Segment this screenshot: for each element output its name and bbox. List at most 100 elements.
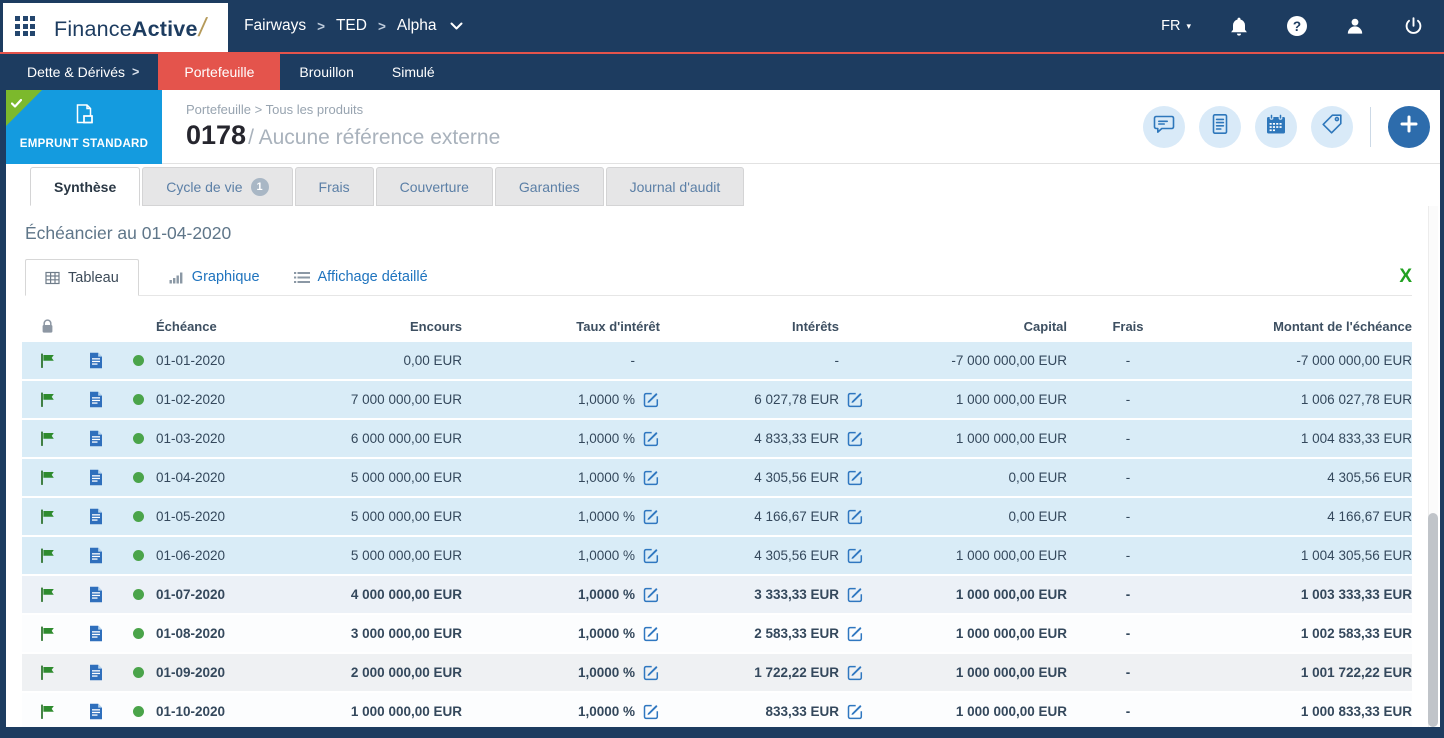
document-icon[interactable] bbox=[72, 586, 120, 603]
table-row[interactable]: 01-01-20200,00 EUR---7 000 000,00 EUR--7… bbox=[22, 342, 1412, 379]
table-row[interactable]: 01-03-20206 000 000,00 EUR1,0000 %4 833,… bbox=[22, 420, 1412, 457]
vertical-scrollbar[interactable] bbox=[1428, 206, 1438, 727]
document-icon[interactable] bbox=[72, 703, 120, 720]
document-icon[interactable] bbox=[72, 664, 120, 681]
flag-icon[interactable] bbox=[22, 704, 72, 719]
table-row[interactable]: 01-04-20205 000 000,00 EUR1,0000 %4 305,… bbox=[22, 459, 1412, 496]
document-icon[interactable] bbox=[72, 508, 120, 525]
calendar-button[interactable] bbox=[1255, 106, 1297, 148]
edit-icon[interactable] bbox=[643, 547, 660, 564]
document-icon[interactable] bbox=[72, 352, 120, 369]
view-tab-graphique[interactable]: Graphique bbox=[165, 259, 264, 295]
table-row[interactable]: 01-06-20205 000 000,00 EUR1,0000 %4 305,… bbox=[22, 537, 1412, 574]
column-header-capital[interactable]: Capital bbox=[864, 319, 1067, 334]
logo[interactable]: FinanceActive/ bbox=[3, 3, 228, 52]
tab-garanties[interactable]: Garanties bbox=[495, 167, 604, 206]
flag-icon[interactable] bbox=[22, 353, 72, 368]
nav-item-brouillon[interactable]: Brouillon bbox=[280, 54, 372, 90]
flag-icon[interactable] bbox=[22, 587, 72, 602]
flag-icon[interactable] bbox=[22, 665, 72, 680]
edit-icon[interactable] bbox=[643, 469, 660, 486]
edit-icon[interactable] bbox=[643, 703, 660, 720]
nav-item-simule[interactable]: Simulé bbox=[373, 54, 454, 90]
edit-icon[interactable] bbox=[847, 547, 864, 564]
flag-icon[interactable] bbox=[22, 548, 72, 563]
nav-item-portefeuille[interactable]: Portefeuille bbox=[158, 54, 280, 90]
column-header-interets[interactable]: Intérêts bbox=[660, 319, 864, 334]
excel-export-icon[interactable]: X bbox=[1399, 267, 1412, 286]
nav-item-dette-derives[interactable]: Dette & Dérivés> bbox=[8, 54, 158, 90]
edit-icon[interactable] bbox=[847, 469, 864, 486]
table-row[interactable]: 01-05-20205 000 000,00 EUR1,0000 %4 166,… bbox=[22, 498, 1412, 535]
edit-icon[interactable] bbox=[847, 703, 864, 720]
column-header-encours[interactable]: Encours bbox=[296, 319, 462, 334]
check-icon bbox=[11, 95, 22, 113]
view-tab-tableau[interactable]: Tableau bbox=[25, 259, 139, 296]
user-button[interactable] bbox=[1345, 16, 1365, 36]
tab-frais[interactable]: Frais bbox=[295, 167, 374, 206]
edit-icon[interactable] bbox=[847, 430, 864, 447]
table-grid-icon bbox=[45, 271, 60, 285]
notifications-button[interactable] bbox=[1229, 16, 1249, 37]
comments-button[interactable] bbox=[1143, 106, 1185, 148]
logout-button[interactable] bbox=[1403, 16, 1424, 37]
edit-icon[interactable] bbox=[847, 586, 864, 603]
help-button[interactable]: ? bbox=[1287, 16, 1307, 36]
logo-text: FinanceActive/ bbox=[54, 12, 206, 43]
column-header-frais[interactable]: Frais bbox=[1067, 319, 1189, 334]
plus-icon bbox=[1400, 115, 1418, 138]
status-dot-icon bbox=[120, 355, 156, 366]
document-icon[interactable] bbox=[72, 469, 120, 486]
breadcrumb-item-alpha[interactable]: Alpha bbox=[397, 17, 437, 35]
edit-icon[interactable] bbox=[643, 391, 660, 408]
tab-cycle-de-vie[interactable]: Cycle de vie1 bbox=[142, 167, 292, 206]
scrollbar-thumb[interactable] bbox=[1428, 513, 1438, 727]
tab-journal-d-audit[interactable]: Journal d'audit bbox=[606, 167, 745, 206]
cell-capital: -7 000 000,00 EUR bbox=[864, 353, 1067, 368]
edit-icon[interactable] bbox=[643, 625, 660, 642]
logo-part1: Finance bbox=[54, 17, 132, 41]
column-header-taux[interactable]: Taux d'intérêt bbox=[462, 319, 660, 334]
breadcrumb-item-fairways[interactable]: Fairways bbox=[244, 17, 306, 35]
document-icon[interactable] bbox=[72, 625, 120, 642]
table-row[interactable]: 01-07-20204 000 000,00 EUR1,0000 %3 333,… bbox=[22, 576, 1412, 613]
document-icon[interactable] bbox=[72, 547, 120, 564]
table-row[interactable]: 01-10-20201 000 000,00 EUR1,0000 %833,33… bbox=[22, 693, 1412, 727]
flag-icon[interactable] bbox=[22, 392, 72, 407]
breadcrumb-item-ted[interactable]: TED bbox=[336, 17, 367, 35]
table-row[interactable]: 01-02-20207 000 000,00 EUR1,0000 %6 027,… bbox=[22, 381, 1412, 418]
cell-encours: 7 000 000,00 EUR bbox=[296, 392, 462, 407]
edit-icon[interactable] bbox=[847, 508, 864, 525]
edit-icon[interactable] bbox=[643, 508, 660, 525]
flag-icon[interactable] bbox=[22, 509, 72, 524]
language-selector[interactable]: FR▾ bbox=[1161, 18, 1191, 34]
column-header-echeance[interactable]: Échéance bbox=[156, 319, 296, 334]
cell-montant: 4 305,56 EUR bbox=[1189, 470, 1412, 485]
flag-icon[interactable] bbox=[22, 626, 72, 641]
edit-icon[interactable] bbox=[847, 625, 864, 642]
edit-icon[interactable] bbox=[847, 664, 864, 681]
chevron-down-icon[interactable] bbox=[450, 22, 463, 30]
document-icon[interactable] bbox=[72, 391, 120, 408]
documents-button[interactable] bbox=[1199, 106, 1241, 148]
app-launcher-icon[interactable] bbox=[15, 16, 38, 39]
column-header-montant[interactable]: Montant de l'échéance bbox=[1189, 319, 1412, 334]
document-icon[interactable] bbox=[72, 430, 120, 447]
cell-interets: 4 166,67 EUR bbox=[660, 508, 864, 525]
edit-icon[interactable] bbox=[643, 664, 660, 681]
cell-encours: 5 000 000,00 EUR bbox=[296, 548, 462, 563]
tab-couverture[interactable]: Couverture bbox=[376, 167, 493, 206]
cell-capital: 0,00 EUR bbox=[864, 470, 1067, 485]
flag-icon[interactable] bbox=[22, 470, 72, 485]
flag-icon[interactable] bbox=[22, 431, 72, 446]
add-button[interactable] bbox=[1388, 106, 1430, 148]
view-tab-affichage-detaille[interactable]: Affichage détaillé bbox=[290, 259, 432, 295]
table-row[interactable]: 01-08-20203 000 000,00 EUR1,0000 %2 583,… bbox=[22, 615, 1412, 652]
table-row[interactable]: 01-09-20202 000 000,00 EUR1,0000 %1 722,… bbox=[22, 654, 1412, 691]
edit-icon[interactable] bbox=[643, 430, 660, 447]
cell-taux: 1,0000 % bbox=[462, 625, 660, 642]
tab-synthese[interactable]: Synthèse bbox=[30, 167, 140, 206]
edit-icon[interactable] bbox=[847, 391, 864, 408]
tags-button[interactable] bbox=[1311, 106, 1353, 148]
edit-icon[interactable] bbox=[643, 586, 660, 603]
